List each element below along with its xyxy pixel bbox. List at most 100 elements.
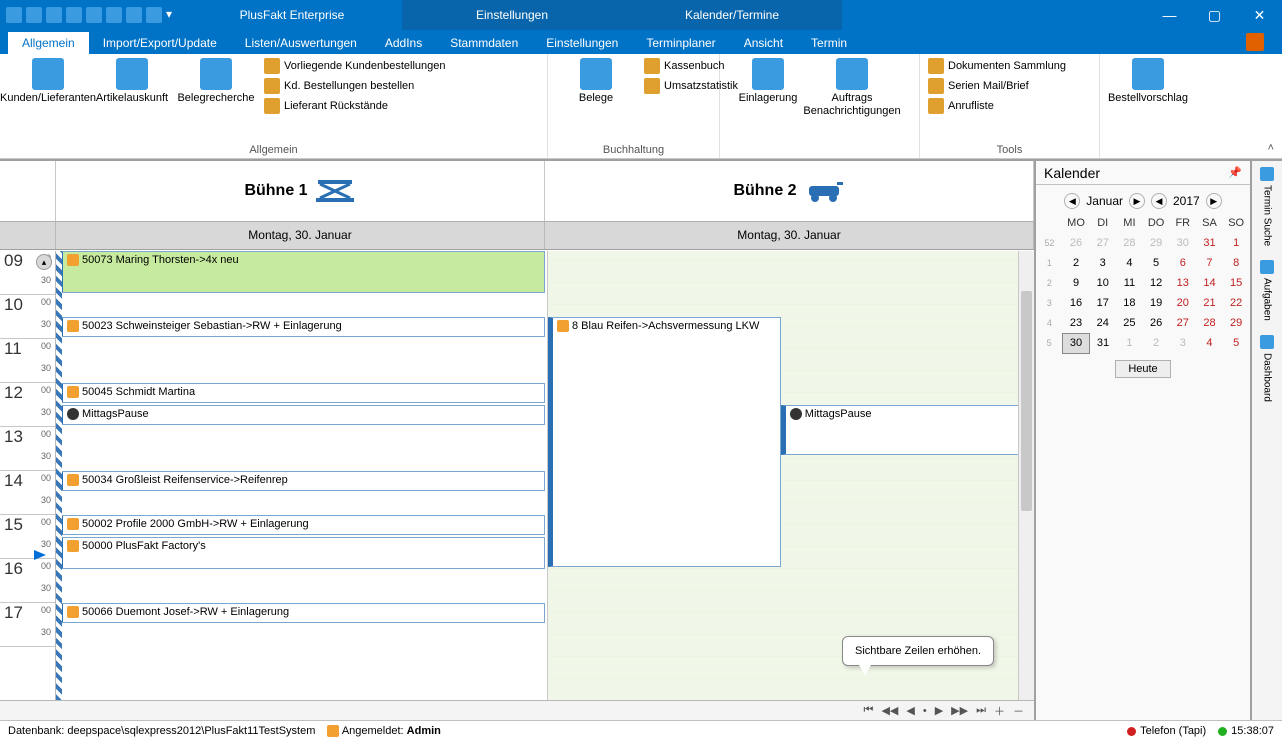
ribbon-button[interactable]: Kunden/Lieferanten <box>8 58 88 105</box>
year-label[interactable]: 2017 <box>1173 194 1200 208</box>
context-tab-calendar[interactable]: Kalender/Termine <box>622 0 842 30</box>
nav-last-icon[interactable]: ⏭ <box>974 704 988 717</box>
menu-tab-addins[interactable]: AddIns <box>371 32 436 54</box>
ribbon-button[interactable]: Bestellvorschlag <box>1108 58 1188 105</box>
calendar-day[interactable]: 5 <box>1223 333 1250 353</box>
appointment[interactable]: 8 Blau Reifen->Achsvermessung LKW <box>548 317 781 567</box>
calendar-day[interactable]: 7 <box>1196 253 1223 273</box>
qat-icon[interactable] <box>106 7 122 23</box>
calendar-day[interactable]: 1 <box>1116 333 1143 353</box>
appointment[interactable]: 50045 Schmidt Martina <box>58 383 545 403</box>
ribbon-collapse-icon[interactable]: ˄ <box>1268 142 1274 154</box>
qat-icon[interactable] <box>146 7 162 23</box>
appointment[interactable]: 50066 Duemont Josef->RW + Einlagerung <box>58 603 545 623</box>
ribbon-button[interactable]: Anrufliste <box>928 98 1066 114</box>
menu-tab-termin[interactable]: Termin <box>797 32 861 54</box>
appointment[interactable]: 50034 Großleist Reifenservice->Reifenrep <box>58 471 545 491</box>
calendar-day[interactable]: 11 <box>1116 273 1143 293</box>
calendar-day[interactable]: 2 <box>1143 333 1170 353</box>
calendar-day[interactable]: 14 <box>1196 273 1223 293</box>
calendar-day[interactable]: 2 <box>1063 253 1090 273</box>
calendar-day[interactable]: 24 <box>1089 313 1116 333</box>
menu-tab-stammdaten[interactable]: Stammdaten <box>436 32 532 54</box>
qat-icon[interactable] <box>46 7 62 23</box>
day-header-2[interactable]: Montag, 30. Januar <box>545 222 1034 249</box>
calendar-day[interactable]: 21 <box>1196 293 1223 313</box>
prev-year-icon[interactable]: ◀ <box>1151 193 1167 209</box>
prev-month-icon[interactable]: ◀ <box>1064 193 1080 209</box>
calendar-day[interactable]: 27 <box>1169 313 1196 333</box>
menu-tab-import-export-update[interactable]: Import/Export/Update <box>89 32 231 54</box>
calendar-day[interactable]: 27 <box>1089 233 1116 253</box>
calendar-day[interactable]: 8 <box>1223 253 1250 273</box>
appointment[interactable]: MittagsPause <box>781 405 1033 455</box>
calendar-day[interactable]: 16 <box>1063 293 1090 313</box>
calendar-day[interactable]: 30 <box>1063 333 1090 353</box>
next-year-icon[interactable]: ▶ <box>1206 193 1222 209</box>
nav-today-icon[interactable]: • <box>921 705 929 717</box>
ribbon-button[interactable]: Serien Mail/Brief <box>928 78 1066 94</box>
calendar-day[interactable]: 28 <box>1196 313 1223 333</box>
qat-icon[interactable] <box>126 7 142 23</box>
vertical-scrollbar[interactable] <box>1018 251 1034 700</box>
calendar-day[interactable]: 26 <box>1143 313 1170 333</box>
close-button[interactable]: ✕ <box>1237 0 1282 30</box>
nav-next-icon[interactable]: ▶ <box>933 704 945 717</box>
calendar-day[interactable]: 4 <box>1116 253 1143 273</box>
menu-tab-einstellungen[interactable]: Einstellungen <box>532 32 632 54</box>
calendar-day[interactable]: 10 <box>1089 273 1116 293</box>
nav-prev-icon[interactable]: ◀ <box>904 704 916 717</box>
ribbon-button[interactable]: Kd. Bestellungen bestellen <box>264 78 445 94</box>
qat-dropdown-icon[interactable]: ▾ <box>166 7 176 23</box>
resource-header-2[interactable]: Bühne 2 <box>545 161 1034 221</box>
today-button[interactable]: Heute <box>1115 360 1170 378</box>
calendar-day[interactable]: 5 <box>1143 253 1170 273</box>
appointment[interactable]: 50000 PlusFakt Factory's <box>58 537 545 569</box>
calendar-day[interactable]: 17 <box>1089 293 1116 313</box>
calendar-day[interactable]: 28 <box>1116 233 1143 253</box>
rail-termin-suche[interactable]: Termin Suche <box>1260 167 1274 246</box>
ribbon-button[interactable]: Lieferant Rückstände <box>264 98 445 114</box>
rail-dashboard[interactable]: Dashboard <box>1260 335 1274 402</box>
calendar-day[interactable]: 29 <box>1223 313 1250 333</box>
calendar-day[interactable]: 23 <box>1063 313 1090 333</box>
ribbon-button[interactable]: AuftragsBenachrichtigungen <box>812 58 892 118</box>
minimize-button[interactable]: — <box>1147 0 1192 30</box>
calendar-day[interactable]: 26 <box>1063 233 1090 253</box>
calendar-day[interactable]: 4 <box>1196 333 1223 353</box>
qat-icon[interactable] <box>86 7 102 23</box>
qat-icon[interactable] <box>6 7 22 23</box>
ribbon-button[interactable]: Belegrecherche <box>176 58 256 105</box>
menu-tab-terminplaner[interactable]: Terminplaner <box>632 32 729 54</box>
day-header-1[interactable]: Montag, 30. Januar <box>56 222 545 249</box>
month-label[interactable]: Januar <box>1086 194 1123 208</box>
qat-icon[interactable] <box>26 7 42 23</box>
context-tab-settings[interactable]: Einstellungen <box>402 0 622 30</box>
calendar-day[interactable]: 31 <box>1196 233 1223 253</box>
calendar-day[interactable]: 29 <box>1143 233 1170 253</box>
qat-icon[interactable] <box>66 7 82 23</box>
calendar-day[interactable]: 1 <box>1223 233 1250 253</box>
nav-prev-page-icon[interactable]: ◀◀ <box>879 704 900 717</box>
appointment[interactable]: 50023 Schweinsteiger Sebastian->RW + Ein… <box>58 317 545 337</box>
calendar-day[interactable]: 12 <box>1143 273 1170 293</box>
rail-aufgaben[interactable]: Aufgaben <box>1260 260 1274 321</box>
calendar-day[interactable]: 20 <box>1169 293 1196 313</box>
nav-next-page-icon[interactable]: ▶▶ <box>949 704 970 717</box>
calendar-day[interactable]: 18 <box>1116 293 1143 313</box>
calendar-day[interactable]: 3 <box>1089 253 1116 273</box>
ribbon-flag-icon[interactable] <box>1246 33 1264 51</box>
appointment[interactable]: 50002 Profile 2000 GmbH->RW + Einlagerun… <box>58 515 545 535</box>
menu-tab-allgemein[interactable]: Allgemein <box>8 32 89 54</box>
calendar-day[interactable]: 31 <box>1089 333 1116 353</box>
mini-calendar[interactable]: MODIMIDOFRSASO52262728293031112345678291… <box>1036 213 1250 354</box>
status-telefon[interactable]: Telefon (Tapi) <box>1127 725 1206 737</box>
ribbon-button[interactable]: Belege <box>556 58 636 105</box>
pin-icon[interactable]: 📌 <box>1228 166 1242 179</box>
maximize-button[interactable]: ▢ <box>1192 0 1237 30</box>
calendar-day[interactable]: 19 <box>1143 293 1170 313</box>
calendar-day[interactable]: 3 <box>1169 333 1196 353</box>
calendar-day[interactable]: 13 <box>1169 273 1196 293</box>
ribbon-button[interactable]: Einlagerung <box>728 58 808 118</box>
calendar-day[interactable]: 15 <box>1223 273 1250 293</box>
